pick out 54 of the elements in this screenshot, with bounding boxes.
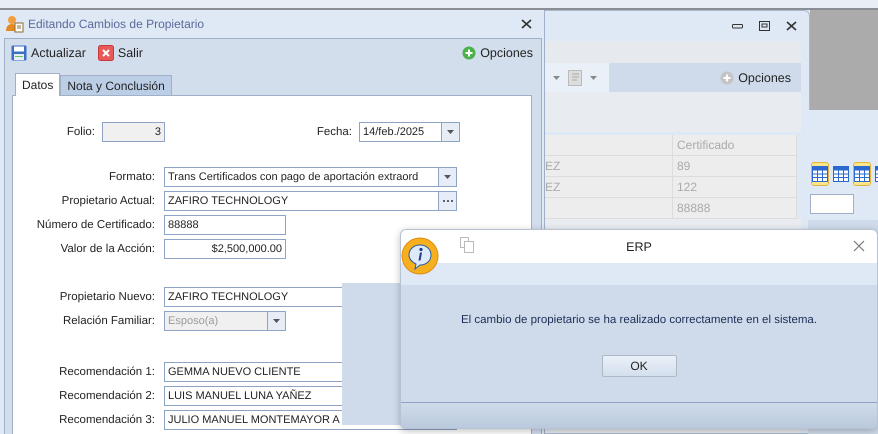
options-button[interactable]: Opciones (462, 46, 533, 60)
field-label: Número de Certificado: (36, 219, 156, 231)
close-icon[interactable] (853, 240, 865, 252)
dialog-message: El cambio de propietario se ha realizado correctamente en el sistema. (460, 314, 818, 326)
field-label: Relación Familiar: (62, 315, 156, 327)
date-field[interactable]: 14/feb./2025 (359, 122, 460, 142)
field-label: Valor de la Acción: (60, 243, 156, 255)
exit-button[interactable]: Salir (98, 44, 143, 60)
caret-icon[interactable] (553, 76, 560, 80)
close-icon (98, 44, 114, 60)
field-label: Folio: (66, 126, 96, 138)
options-button[interactable]: Opciones (720, 70, 791, 84)
tab[interactable]: Nota y Conclusión (60, 75, 172, 95)
caret-icon (273, 319, 280, 323)
dropdown-field[interactable]: Trans Certificados con pago de aportación extraord (164, 167, 457, 187)
table-header: Certificado (673, 135, 797, 156)
text-field[interactable]: ZAFIRO TECHNOLOGY (164, 191, 457, 211)
table-icon (812, 166, 828, 182)
window-title: Editando Cambios de Propietario (28, 17, 204, 31)
browse-button[interactable] (438, 192, 456, 210)
maximize-icon[interactable] (759, 21, 770, 31)
text-field[interactable]: 88888 (164, 215, 286, 235)
minimize-icon[interactable] (732, 24, 743, 28)
tab[interactable]: Datos (15, 73, 60, 96)
save-button[interactable]: Actualizar (11, 44, 86, 60)
table-icon (854, 166, 870, 182)
field-label: Recomendación 3: (58, 414, 156, 426)
input-field[interactable] (810, 194, 854, 214)
table-cell: 89 (673, 156, 797, 177)
field-label: Propietario Nuevo: (58, 291, 156, 303)
close-icon[interactable] (521, 19, 532, 29)
table-view-button[interactable] (853, 162, 871, 186)
text-field[interactable]: 3 (102, 122, 165, 142)
text-field[interactable]: $2,500,000.00 (164, 239, 286, 259)
table-cell: 122 (673, 177, 797, 198)
dialog-title: ERP (626, 240, 652, 254)
plus-icon (462, 46, 476, 60)
table-view-button[interactable] (811, 162, 829, 186)
caret-icon[interactable] (590, 76, 597, 80)
field-label: Fecha: (316, 126, 353, 138)
field-label: Propietario Actual: (60, 195, 156, 207)
close-icon[interactable] (786, 21, 797, 31)
field-label: Formato: (108, 171, 156, 183)
info-icon (401, 237, 439, 275)
person-document-icon (6, 15, 24, 33)
field-label: Recomendación 1: (58, 366, 156, 378)
plus-icon (720, 70, 734, 84)
dropdown-button[interactable] (441, 123, 459, 141)
caret-icon (444, 175, 451, 179)
ok-button[interactable]: OK (602, 355, 676, 377)
field-label: Recomendación 2: (58, 390, 156, 402)
dropdown-button[interactable] (438, 168, 456, 186)
table-icon (833, 166, 849, 182)
caret-icon (447, 130, 454, 134)
